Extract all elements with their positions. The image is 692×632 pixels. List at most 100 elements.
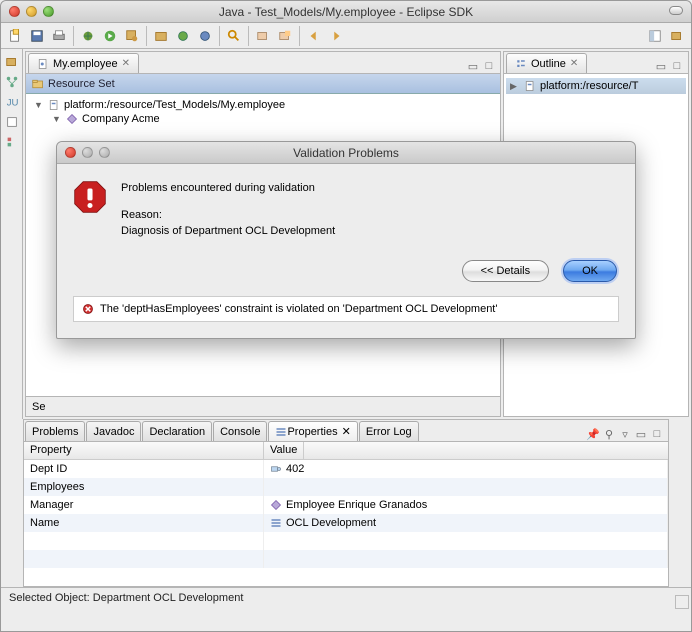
main-titlebar: Java - Test_Models/My.employee - Eclipse… <box>1 1 691 23</box>
tab-console[interactable]: Console <box>213 421 267 441</box>
open-type-button[interactable] <box>195 26 215 46</box>
property-row[interactable]: Employees <box>24 478 668 496</box>
forward-button[interactable] <box>326 26 346 46</box>
back-button[interactable] <box>304 26 324 46</box>
ju-icon[interactable]: JU <box>5 95 19 109</box>
properties-header: Property Value <box>24 442 668 460</box>
dialog-reason-label: Reason: <box>121 207 619 224</box>
property-value[interactable]: Employee Enrique Granados <box>264 496 668 514</box>
property-row[interactable]: Manager Employee Enrique Granados <box>24 496 668 514</box>
filter-icon[interactable]: ⚲ <box>602 427 616 441</box>
resource-set-label: Resource Set <box>48 78 115 90</box>
bottom-panel: Problems Javadoc Declaration Console Pro… <box>23 419 669 587</box>
expand-arrow-icon[interactable]: ▼ <box>52 114 62 124</box>
nav-button-1[interactable] <box>253 26 273 46</box>
property-value[interactable]: OCL Development <box>264 514 668 532</box>
perspective-button[interactable] <box>645 26 665 46</box>
dialog-detail-panel[interactable]: The 'deptHasEmployees' constraint is vio… <box>73 296 619 322</box>
property-name: Employees <box>24 478 264 496</box>
tree-root-label: platform:/resource/Test_Models/My.employ… <box>64 99 285 111</box>
ok-button[interactable]: OK <box>563 260 617 282</box>
list-icon <box>270 517 282 529</box>
diamond-icon <box>66 113 78 125</box>
package-explorer-icon[interactable] <box>5 55 19 69</box>
tag-icon <box>270 463 282 475</box>
editor-tab-row: My.employee ✕ ▭ □ <box>26 52 500 74</box>
tab-javadoc[interactable]: Javadoc <box>86 421 141 441</box>
print-button[interactable] <box>49 26 69 46</box>
editor-footer-tab[interactable]: Se <box>26 396 500 416</box>
properties-body: Dept ID 402 Employees Manager Employee E… <box>24 460 668 568</box>
resource-icon <box>524 80 536 92</box>
details-button[interactable]: << Details <box>462 260 550 282</box>
maximize-view-icon[interactable]: □ <box>650 427 664 441</box>
run-button[interactable] <box>100 26 120 46</box>
dialog-reason-text: Diagnosis of Department OCL Development <box>121 223 619 240</box>
tree-child-row[interactable]: ▼ Company Acme <box>34 112 492 126</box>
minimize-view-icon[interactable]: ▭ <box>466 59 480 73</box>
property-row[interactable]: Name OCL Development <box>24 514 668 532</box>
column-property[interactable]: Property <box>24 442 264 459</box>
toolbar-pill-button[interactable] <box>669 6 683 15</box>
new-package-button[interactable] <box>151 26 171 46</box>
dialog-button-row: << Details OK <box>57 250 635 296</box>
navigator-icon[interactable] <box>5 115 19 129</box>
tab-problems[interactable]: Problems <box>25 421 85 441</box>
main-toolbar <box>1 23 691 49</box>
close-tab-icon[interactable]: ✕ <box>342 425 351 438</box>
debug-button[interactable] <box>78 26 98 46</box>
dialog-title: Validation Problems <box>57 146 635 160</box>
tab-properties[interactable]: Properties ✕ <box>268 421 357 441</box>
property-name: Dept ID <box>24 460 264 478</box>
expand-arrow-icon[interactable]: ▼ <box>34 100 44 110</box>
pin-icon[interactable]: 📌 <box>586 427 600 441</box>
left-trim-bar: JU <box>1 49 23 419</box>
close-tab-icon[interactable]: ✕ <box>570 58 578 69</box>
search-button[interactable] <box>224 26 244 46</box>
resource-set-header: Resource Set <box>26 74 500 94</box>
tasks-icon[interactable] <box>5 135 19 149</box>
close-tab-icon[interactable]: ✕ <box>122 58 130 69</box>
column-value[interactable]: Value <box>264 442 304 459</box>
property-value[interactable] <box>264 478 668 496</box>
outline-tab-label: Outline <box>531 58 566 70</box>
save-button[interactable] <box>27 26 47 46</box>
diamond-icon <box>270 499 282 511</box>
new-button[interactable] <box>5 26 25 46</box>
tab-error-log[interactable]: Error Log <box>359 421 419 441</box>
expand-arrow-icon[interactable]: ▶ <box>510 81 520 92</box>
perspective-custom-button[interactable] <box>667 26 687 46</box>
outline-tab-row: Outline ✕ ▭ □ <box>504 52 688 74</box>
properties-icon <box>275 426 287 438</box>
maximize-view-icon[interactable]: □ <box>482 59 496 73</box>
dialog-heading: Problems encountered during validation <box>121 180 619 197</box>
minimize-view-icon[interactable]: ▭ <box>654 59 668 73</box>
tree-root-row[interactable]: ▼ platform:/resource/Test_Models/My.empl… <box>34 98 492 112</box>
model-file-icon <box>37 58 49 70</box>
status-bar: Selected Object: Department OCL Developm… <box>1 587 691 607</box>
outline-tab[interactable]: Outline ✕ <box>506 53 587 73</box>
resource-icon <box>48 99 60 111</box>
resize-grip[interactable] <box>675 595 689 609</box>
external-tools-button[interactable] <box>122 26 142 46</box>
property-row[interactable]: Dept ID 402 <box>24 460 668 478</box>
error-small-icon <box>82 303 94 315</box>
maximize-view-icon[interactable]: □ <box>670 59 684 73</box>
menu-icon[interactable]: ▿ <box>618 427 632 441</box>
outline-row[interactable]: ▶ platform:/resource/T <box>506 78 686 94</box>
nav-button-2[interactable] <box>275 26 295 46</box>
main-window: Java - Test_Models/My.employee - Eclipse… <box>0 0 692 632</box>
property-name: Manager <box>24 496 264 514</box>
property-row-empty <box>24 550 668 568</box>
editor-tab[interactable]: My.employee ✕ <box>28 53 139 73</box>
hierarchy-icon[interactable] <box>5 75 19 89</box>
tab-declaration[interactable]: Declaration <box>142 421 212 441</box>
minimize-view-icon[interactable]: ▭ <box>634 427 648 441</box>
status-text: Selected Object: Department OCL Developm… <box>9 592 243 604</box>
folder-icon <box>32 78 44 90</box>
error-icon <box>73 180 107 214</box>
new-class-button[interactable] <box>173 26 193 46</box>
svg-text:JU: JU <box>6 98 18 109</box>
dialog-titlebar[interactable]: Validation Problems <box>57 142 635 164</box>
property-value[interactable]: 402 <box>264 460 668 478</box>
